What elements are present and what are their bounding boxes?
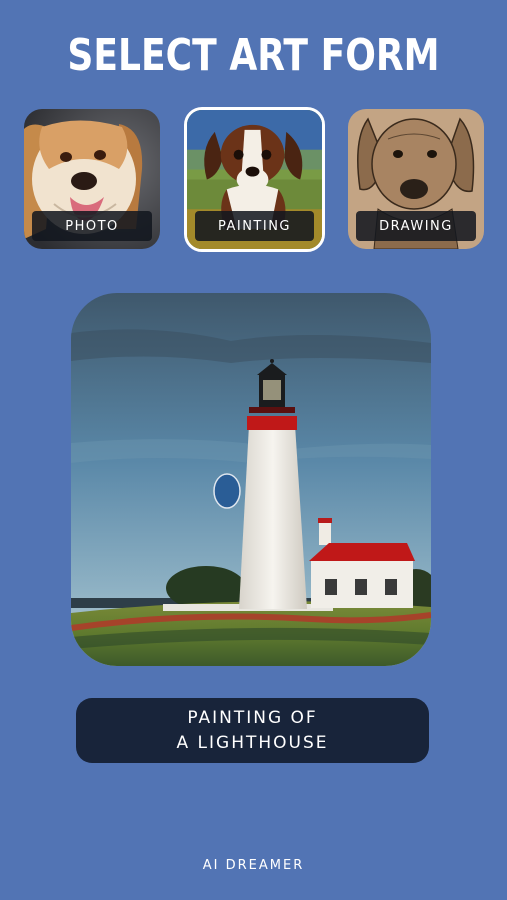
art-form-label: DRAWING xyxy=(356,211,476,241)
caption-line-1: PAINTING OF xyxy=(187,707,318,728)
generated-painting-image xyxy=(71,293,431,666)
art-form-label: PAINTING xyxy=(195,211,314,241)
art-form-photo-card[interactable]: PHOTO xyxy=(24,109,160,249)
art-form-painting-card[interactable]: PAINTING xyxy=(184,107,325,252)
page-title: SELECT ART FORM xyxy=(67,30,440,81)
art-form-label: PHOTO xyxy=(32,211,152,241)
prompt-caption: PAINTING OF A LIGHTHOUSE xyxy=(76,698,429,763)
brand-footer: AI DREAMER xyxy=(202,858,305,873)
art-form-drawing-card[interactable]: DRAWING xyxy=(348,109,484,249)
caption-line-2: A LIGHTHOUSE xyxy=(176,732,329,753)
